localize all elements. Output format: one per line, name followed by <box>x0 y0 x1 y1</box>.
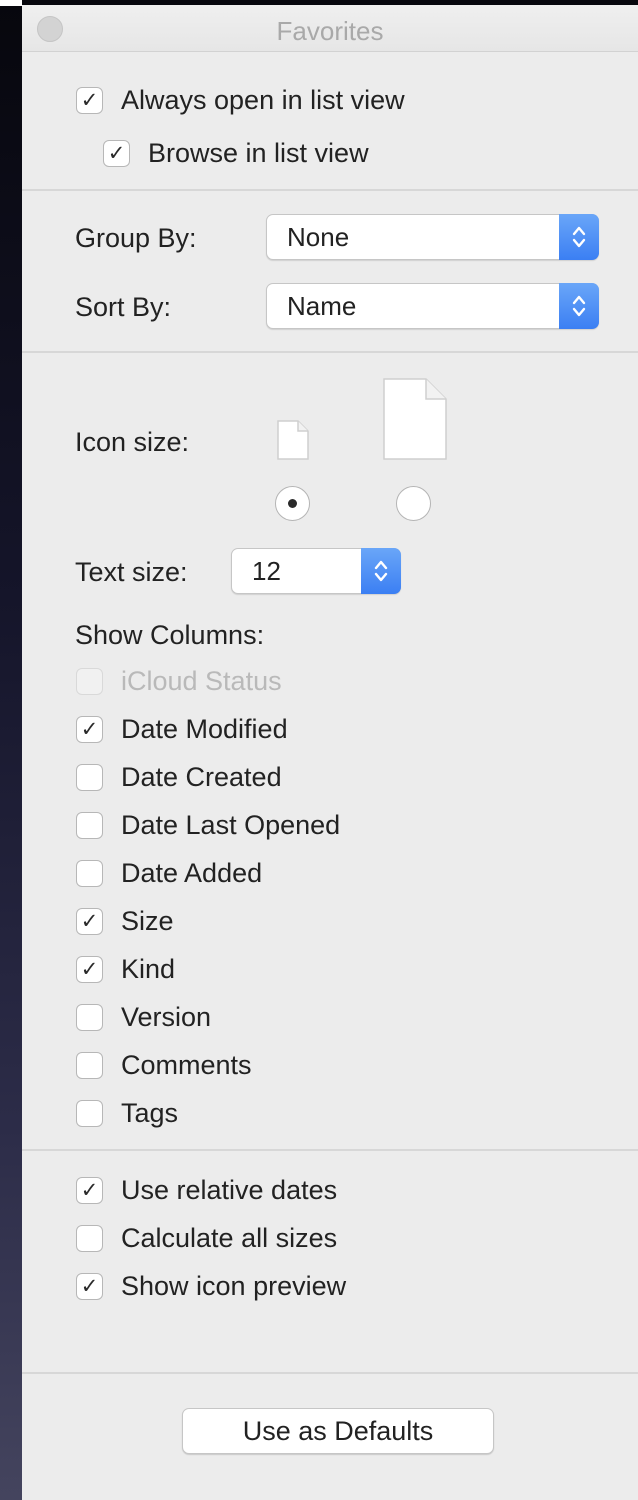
show-icon-preview-checkbox[interactable]: ✓ <box>76 1272 103 1300</box>
kind-checkbox[interactable]: ✓ <box>76 955 103 983</box>
column-option-version[interactable]: Version <box>76 997 211 1037</box>
column-label: Tags <box>121 1097 179 1128</box>
divider <box>22 351 638 353</box>
large-document-icon <box>383 378 447 460</box>
column-option-size[interactable]: ✓ Size <box>76 901 174 941</box>
calculate-all-sizes-checkbox[interactable] <box>76 1224 103 1252</box>
check-icon: ✓ <box>80 717 99 741</box>
divider <box>22 189 638 191</box>
column-label: Date Modified <box>121 713 288 744</box>
column-option-date-modified[interactable]: ✓ Date Modified <box>76 709 288 749</box>
tags-checkbox[interactable] <box>76 1099 103 1127</box>
icloud-status-checkbox <box>76 667 103 695</box>
icon-size-small-radio[interactable] <box>275 486 310 521</box>
text-size-label: Text size: <box>75 557 188 587</box>
check-icon: ✓ <box>80 1178 99 1202</box>
check-icon: ✓ <box>107 141 126 165</box>
view-options-window: Favorites ✓ Always open in list view ✓ B… <box>22 5 638 1500</box>
column-option-date-created[interactable]: Date Created <box>76 757 282 797</box>
small-document-icon <box>277 420 309 460</box>
use-as-defaults-button[interactable]: Use as Defaults <box>182 1408 494 1454</box>
group-by-popup[interactable]: None <box>266 214 599 260</box>
date-modified-checkbox[interactable]: ✓ <box>76 715 103 743</box>
window-title: Favorites <box>276 16 384 46</box>
chevron-up-down-icon[interactable] <box>559 214 599 260</box>
column-label: Date Last Opened <box>121 809 341 840</box>
icon-size-large-radio[interactable] <box>396 486 431 521</box>
group-by-label: Group By: <box>75 223 197 253</box>
column-option-icloud-status: iCloud Status <box>76 661 282 701</box>
size-checkbox[interactable]: ✓ <box>76 907 103 935</box>
check-icon: ✓ <box>80 88 99 112</box>
option-label: Calculate all sizes <box>121 1222 338 1253</box>
version-checkbox[interactable] <box>76 1003 103 1031</box>
column-label: Comments <box>121 1049 252 1080</box>
use-relative-dates-checkbox[interactable]: ✓ <box>76 1176 103 1204</box>
text-size-value: 12 <box>252 556 281 586</box>
use-relative-dates-option[interactable]: ✓ Use relative dates <box>76 1170 337 1210</box>
check-icon: ✓ <box>80 1274 99 1298</box>
column-option-comments[interactable]: Comments <box>76 1045 252 1085</box>
desktop-edge <box>0 0 22 6</box>
option-label: Show icon preview <box>121 1270 347 1301</box>
always-open-list-label: Always open in list view <box>121 84 405 115</box>
column-label: Size <box>121 905 174 936</box>
sort-by-popup[interactable]: Name <box>266 283 599 329</box>
sort-by-label: Sort By: <box>75 292 172 322</box>
show-columns-heading: Show Columns: <box>75 620 265 650</box>
show-icon-preview-option[interactable]: ✓ Show icon preview <box>76 1266 346 1306</box>
column-option-date-added[interactable]: Date Added <box>76 853 262 893</box>
divider <box>22 1149 638 1151</box>
column-option-kind[interactable]: ✓ Kind <box>76 949 175 989</box>
date-last-opened-checkbox[interactable] <box>76 811 103 839</box>
browse-list-label: Browse in list view <box>148 137 369 168</box>
column-label: iCloud Status <box>121 665 282 696</box>
chevron-up-down-icon[interactable] <box>361 548 401 594</box>
browse-list-option[interactable]: ✓ Browse in list view <box>103 133 369 173</box>
radio-selected-dot <box>288 499 297 508</box>
option-label: Use relative dates <box>121 1174 338 1205</box>
check-icon: ✓ <box>80 957 99 981</box>
calculate-all-sizes-option[interactable]: Calculate all sizes <box>76 1218 337 1258</box>
column-label: Date Created <box>121 761 282 792</box>
column-option-date-last-opened[interactable]: Date Last Opened <box>76 805 340 845</box>
column-label: Date Added <box>121 857 263 888</box>
always-open-list-option[interactable]: ✓ Always open in list view <box>76 80 405 120</box>
date-added-checkbox[interactable] <box>76 859 103 887</box>
column-label: Version <box>121 1001 212 1032</box>
title-bar[interactable]: Favorites <box>22 5 638 52</box>
text-size-popup[interactable]: 12 <box>231 548 401 594</box>
group-by-value: None <box>287 222 350 252</box>
browse-list-checkbox[interactable]: ✓ <box>103 139 130 167</box>
icon-size-label: Icon size: <box>75 427 190 457</box>
column-option-tags[interactable]: Tags <box>76 1093 178 1133</box>
check-icon: ✓ <box>80 909 99 933</box>
date-created-checkbox[interactable] <box>76 763 103 791</box>
divider <box>22 1372 638 1374</box>
column-label: Kind <box>121 953 176 984</box>
comments-checkbox[interactable] <box>76 1051 103 1079</box>
sort-by-value: Name <box>287 291 357 321</box>
chevron-up-down-icon[interactable] <box>559 283 599 329</box>
always-open-list-checkbox[interactable]: ✓ <box>76 86 103 114</box>
